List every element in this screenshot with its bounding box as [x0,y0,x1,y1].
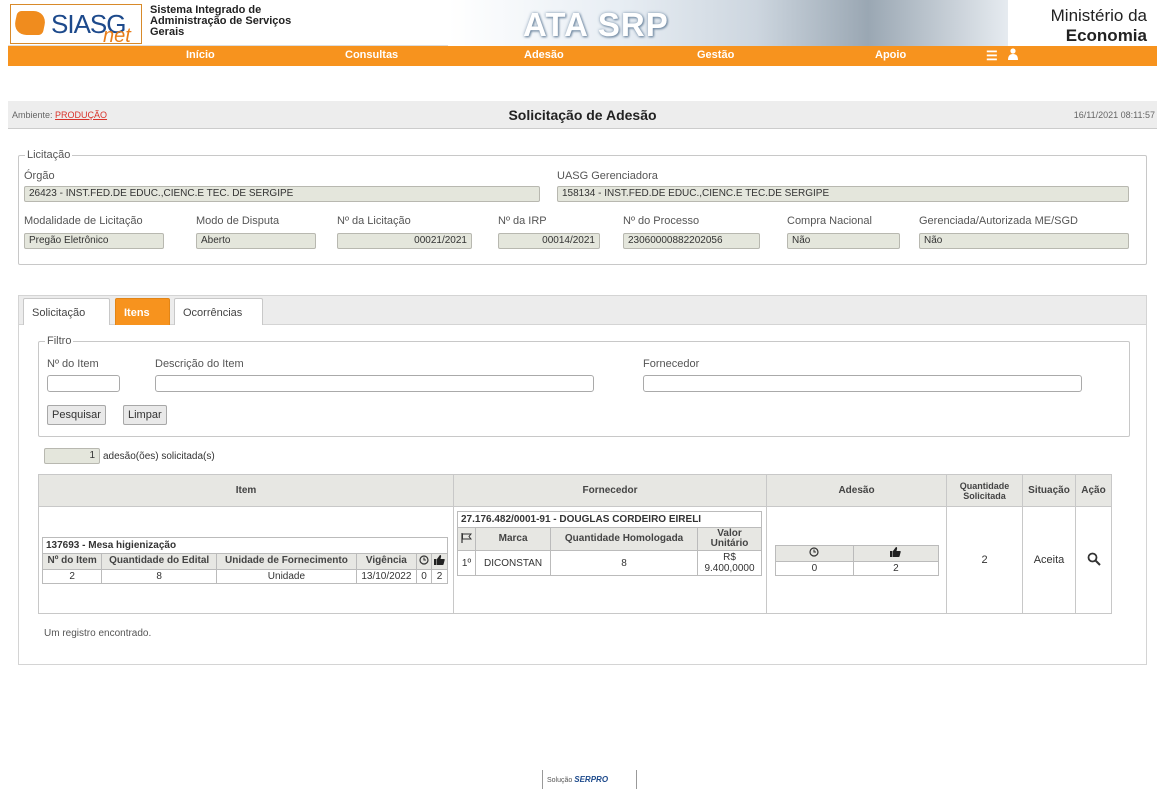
uasg-field: 158134 - INST.FED.DE EDUC.,CIENC.E TEC.D… [557,186,1129,202]
num-irp-label: Nº da IRP [498,215,547,227]
user-icon[interactable] [1008,48,1018,63]
tab-solicitacao[interactable]: Solicitação [23,298,110,325]
footer-solucao: Solução [547,777,573,784]
nav-consultas[interactable]: Consultas [345,49,398,61]
siasg-logo: SIASG net [10,4,142,47]
modo-disputa-field: Aberto [196,233,316,249]
compra-nacional-label: Compra Nacional [787,215,872,227]
menu-icon[interactable]: ☰ [986,48,998,64]
ministry-line2: Economia [1065,26,1147,45]
num-irp-field: 00014/2021 [498,233,600,249]
itens-panel [18,325,1147,665]
page-title: Solicitação de Adesão [508,107,657,123]
num-processo-label: Nº do Processo [623,215,700,227]
gerenciada-label: Gerenciada/Autorizada ME/SGD [919,215,1078,227]
tab-ocorrencias[interactable]: Ocorrências [174,298,263,325]
system-name: Sistema Integrado de Administração de Se… [150,4,292,38]
nav-gestao[interactable]: Gestão [697,49,734,61]
timestamp: 16/11/2021 08:11:57 [1073,110,1155,120]
num-licitacao-field: 00021/2021 [337,233,472,249]
footer-brand: SERPRO [574,775,609,784]
modalidade-field: Pregão Eletrônico [24,233,164,249]
num-licitacao-label: Nº da Licitação [337,215,411,227]
nav-apoio[interactable]: Apoio [875,49,906,61]
modo-disputa-label: Modo de Disputa [196,215,280,227]
nav-adesao[interactable]: Adesão [524,49,564,61]
title-bar: Ambiente: PRODUÇÃO Solicitação de Adesão… [8,101,1157,129]
num-processo-field: 23060000882202056 [623,233,760,249]
orgao-field: 26423 - INST.FED.DE EDUC.,CIENC.E TEC. D… [24,186,540,202]
serpro-footer-logo: Solução SERPRO [542,770,637,789]
gerenciada-field: Não [919,233,1129,249]
main-nav: Início Consultas Adesão Gestão Apoio ☰ [8,46,1157,66]
licitacao-legend: Licitação [25,149,73,161]
siasg-logo-mark [12,11,48,35]
ministry-line1: Ministério da [1050,6,1147,25]
tab-itens[interactable]: Itens [115,298,170,325]
logo-suffix: net [103,25,131,47]
compra-nacional-field: Não [787,233,900,249]
uasg-label: UASG Gerenciadora [557,170,658,182]
banner-title: ATA SRP [523,6,669,43]
nav-inicio[interactable]: Início [186,49,215,61]
modalidade-label: Modalidade de Licitação [24,215,143,227]
orgao-label: Órgão [24,170,55,182]
app-header: SIASG net Sistema Integrado de Administr… [8,0,1157,47]
ministry-logo: Ministério da Economia [1008,0,1157,46]
